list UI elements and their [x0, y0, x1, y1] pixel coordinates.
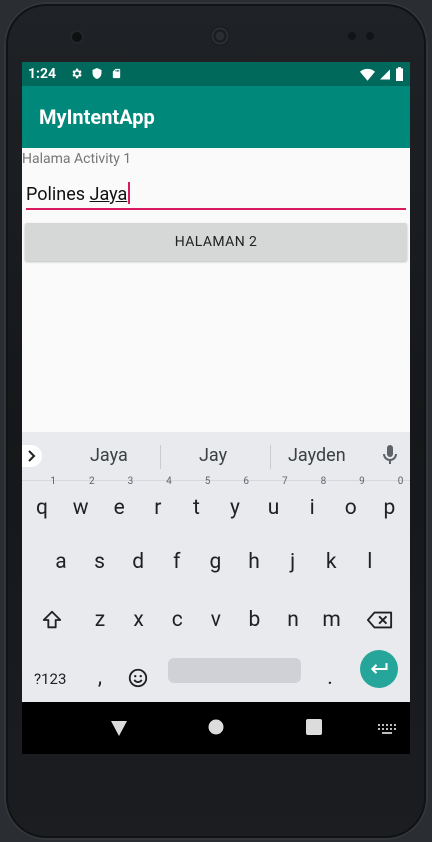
key-label: o [344, 496, 357, 520]
key-label: w [72, 496, 89, 520]
key-z[interactable]: z [82, 598, 118, 642]
microphone-icon[interactable] [382, 444, 398, 470]
name-text-field[interactable]: Polines Jaya [26, 178, 406, 210]
suggestion-2[interactable]: Jay [199, 445, 227, 466]
light-sensor [366, 32, 374, 40]
emoji-key-icon[interactable] [120, 656, 156, 700]
key-label: y [230, 496, 240, 520]
key-r[interactable]: r4 [140, 476, 176, 530]
key-h[interactable]: h [236, 540, 272, 584]
key-o[interactable]: o9 [333, 476, 369, 530]
key-b[interactable]: b [236, 598, 272, 642]
suggestion-1[interactable]: Jaya [90, 445, 128, 466]
key-number-hint: 6 [243, 476, 249, 487]
status-time: 1:24 [28, 66, 57, 82]
front-camera [72, 32, 82, 42]
key-label: p [383, 496, 396, 520]
key-j[interactable]: j [275, 540, 311, 584]
period-key[interactable]: . [312, 656, 348, 700]
battery-icon [395, 67, 404, 85]
key-number-hint: 8 [320, 476, 327, 487]
key-l[interactable]: l [352, 540, 388, 584]
shield-icon [91, 67, 103, 84]
key-label: q [36, 496, 48, 520]
status-bar: 1:24 [22, 62, 410, 86]
key-number-hint: 4 [166, 476, 172, 487]
key-v[interactable]: v [198, 598, 234, 642]
key-number-hint: 2 [88, 476, 95, 487]
backspace-key-icon[interactable] [362, 598, 398, 642]
key-label: u [267, 496, 280, 520]
enter-arrow-icon [370, 663, 388, 674]
text-value-prefix: Polines [26, 184, 90, 205]
comma-key[interactable]: , [82, 656, 118, 700]
app-bar: MyIntentApp [22, 86, 410, 148]
key-number-hint: 7 [281, 476, 288, 487]
recents-square-icon[interactable] [306, 719, 322, 739]
key-number-hint: 9 [359, 476, 365, 487]
key-n[interactable]: n [275, 598, 311, 642]
key-m[interactable]: m [314, 598, 350, 642]
key-a[interactable]: a [43, 540, 79, 584]
suggestion-divider [270, 445, 271, 469]
suggestion-3[interactable]: Jayden [288, 445, 346, 466]
chevron-right-icon[interactable] [22, 445, 42, 467]
earpiece-speaker [210, 26, 230, 46]
text-cursor [128, 182, 131, 204]
key-d[interactable]: d [120, 540, 156, 584]
key-g[interactable]: g [197, 540, 233, 584]
symbols-key[interactable]: ?123 [34, 670, 66, 688]
cell-signal-icon [379, 68, 391, 85]
wifi-icon [360, 68, 375, 85]
key-f[interactable]: f [159, 540, 195, 584]
key-q[interactable]: q1 [24, 476, 60, 530]
key-u[interactable]: u7 [256, 476, 292, 530]
key-k[interactable]: k [313, 540, 349, 584]
keyboard-switch-icon[interactable] [378, 721, 396, 740]
app-title: MyIntentApp [39, 105, 155, 129]
home-circle-icon[interactable] [208, 719, 224, 739]
keyboard-row-3: zxcvbnm [22, 598, 410, 648]
key-y[interactable]: y6 [217, 476, 253, 530]
key-t[interactable]: t5 [178, 476, 214, 530]
key-i[interactable]: i8 [294, 476, 330, 530]
text-value-composing: Jaya [89, 184, 128, 205]
gear-icon [70, 67, 83, 84]
suggestion-divider [160, 445, 161, 469]
key-label: e [113, 496, 125, 520]
key-number-hint: 3 [127, 476, 134, 487]
key-number-hint: 5 [204, 476, 211, 487]
key-p[interactable]: p0 [371, 476, 407, 530]
navigation-bar [22, 702, 410, 754]
key-e[interactable]: e3 [101, 476, 137, 530]
activity-label: Halama Activity 1 [22, 151, 132, 167]
key-number-hint: 1 [50, 476, 56, 487]
main-content: Halama Activity 1 Polines Jaya HALAMAN 2 [22, 148, 410, 432]
suggestion-strip: Jaya Jay Jayden [22, 432, 410, 481]
space-bar[interactable] [168, 658, 301, 683]
key-c[interactable]: c [159, 598, 195, 642]
key-label: r [154, 496, 162, 520]
key-number-hint: 0 [397, 476, 404, 487]
key-label: i [309, 496, 315, 520]
shift-key-icon[interactable] [34, 598, 70, 642]
back-triangle-icon[interactable] [110, 719, 128, 741]
proximity-sensor [348, 32, 356, 40]
key-label: t [192, 496, 200, 520]
key-s[interactable]: s [82, 540, 118, 584]
key-x[interactable]: x [121, 598, 157, 642]
keyboard-row-1: q1w2e3r4t5y6u7i8o9p0 [22, 476, 410, 530]
enter-key[interactable] [360, 650, 398, 688]
halaman-2-button[interactable]: HALAMAN 2 [25, 223, 407, 261]
text-field-value: Polines Jaya [26, 182, 131, 205]
keyboard-row-2: asdfghjkl [22, 540, 410, 590]
device-screen: 1:24 MyIntentApp Halama Activity 1 Polin… [22, 62, 410, 754]
key-w[interactable]: w2 [63, 476, 99, 530]
sd-card-icon [111, 67, 122, 84]
